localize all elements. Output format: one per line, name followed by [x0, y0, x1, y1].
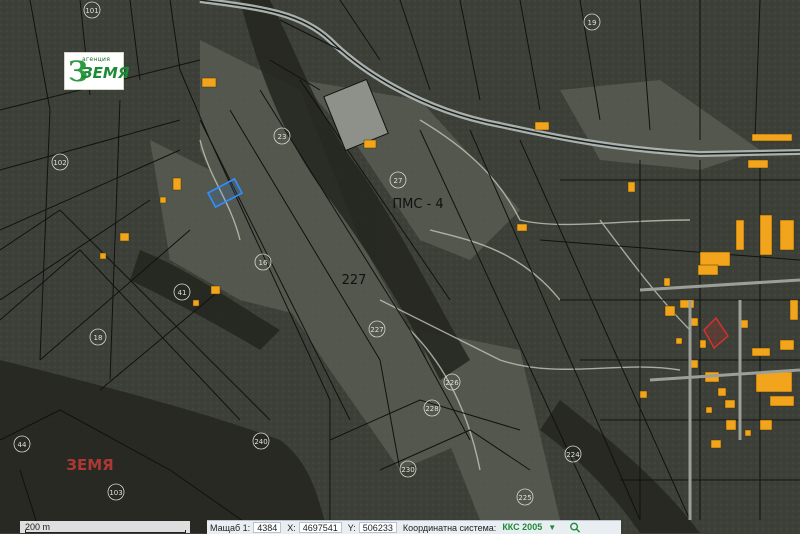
scale-bar: 200 m — [20, 521, 190, 533]
logo-top-text: агенция — [82, 56, 111, 63]
parcel-label: 227 — [370, 326, 383, 334]
parcel-label: 224 — [566, 451, 580, 459]
parcel-label: 240 — [254, 438, 267, 446]
search-icon[interactable] — [568, 522, 582, 533]
caret-down-icon[interactable]: ▼ — [548, 523, 556, 532]
parcel-label: 16 — [259, 259, 268, 267]
y-value: 506233 — [358, 522, 397, 533]
parcel-label: 41 — [178, 289, 187, 297]
parcel-label: 102 — [53, 159, 66, 167]
scale-value: 4384 — [253, 522, 282, 533]
parcel-label: 225 — [518, 494, 531, 502]
coordinate-system-select[interactable]: ККС 2005 — [499, 522, 545, 533]
x-value: 4697541 — [298, 522, 342, 533]
x-label: X: — [287, 522, 296, 533]
coordinate-system-label: Координатна система: — [402, 522, 497, 533]
y-label: Y: — [347, 522, 356, 533]
parcel-label: 230 — [401, 466, 414, 474]
watermark: ЗЕМЯ — [66, 456, 113, 474]
main-parcel-label: 227 — [342, 273, 367, 288]
parcel-label: 19 — [588, 19, 597, 27]
agency-logo: З агенция ЗЕМЯ — [64, 52, 129, 90]
logo-main-text: ЗЕМЯ — [82, 64, 130, 82]
parcel-label: 18 — [94, 334, 103, 342]
parcel-label: 27 — [394, 177, 403, 185]
coordinate-toolbar: Мащаб 1: 4384 X: 4697541 Y: 506233 Коорд… — [207, 520, 621, 534]
parcel-label: 44 — [18, 441, 27, 449]
parcel-label: 103 — [109, 489, 122, 497]
parcel-label: 101 — [85, 7, 98, 15]
scale-label: Мащаб 1: — [210, 522, 251, 533]
parcel-label: 226 — [445, 379, 459, 387]
parcel-label: 23 — [278, 133, 287, 141]
region-label: ПМС - 4 — [392, 197, 443, 212]
parcel-label: 228 — [425, 405, 438, 413]
